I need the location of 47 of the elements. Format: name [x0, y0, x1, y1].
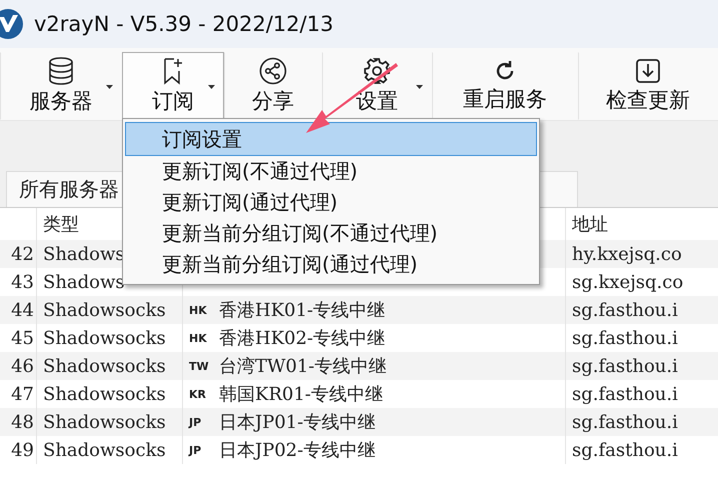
menu-item[interactable]: 更新订阅(不通过代理) [125, 156, 537, 187]
row-number: 47 [11, 384, 34, 404]
table-cell: sg.fasthou.i [572, 328, 678, 348]
table-cell-text: 香港HK01-专线中继 [219, 299, 386, 322]
table-cell: sg.fasthou.i [572, 440, 678, 460]
table-cell: Shadows [43, 244, 125, 264]
row-number: 43 [11, 272, 34, 292]
flag-code: TW [189, 360, 210, 372]
row-number: 49 [11, 440, 34, 460]
window-title: v2rayN - V5.39 - 2022/12/13 [34, 12, 334, 36]
table-cell-text: 韩国KR01-专线中继 [219, 383, 383, 406]
menu-item[interactable]: 订阅设置 [125, 122, 537, 156]
bookmark-plus-icon [162, 57, 184, 85]
flag-code: JP [189, 416, 202, 428]
table-cell-text: 日本JP02-专线中继 [219, 439, 376, 462]
table-cell: sg.fasthou.i [572, 356, 678, 376]
table-cell-text: 日本JP01-专线中继 [219, 411, 376, 434]
row-number: 44 [11, 300, 34, 320]
table-cell: Shadowsocks [43, 384, 166, 404]
table-cell: sg.fasthou.i [572, 384, 678, 404]
table-cell: sg.fasthou.i [572, 412, 678, 432]
flag-code: KR [189, 388, 207, 400]
table-cell: Shadowsocks [43, 412, 166, 432]
flag-code: HK [189, 332, 208, 344]
table-cell: Shadowsocks [43, 300, 166, 320]
table-cell: Shadowsocks [43, 356, 166, 376]
flag-code: JP [189, 444, 202, 456]
table-cell: Shadowsocks [43, 328, 166, 348]
database-icon [48, 57, 74, 85]
settings-icon [363, 57, 391, 85]
row-number: 46 [11, 356, 34, 376]
table-cell-text: 香港HK02-专线中继 [219, 327, 386, 350]
table-cell: sg.fasthou.i [572, 300, 678, 320]
toolbar-button[interactable]: 订阅 [122, 52, 224, 120]
table-cell: sg.kxejsq.co [572, 272, 684, 292]
download-icon [635, 58, 661, 84]
row-number: 48 [11, 412, 34, 432]
app-logo-icon [0, 8, 24, 40]
table-cell-text: 台湾TW01-专线中继 [219, 355, 386, 378]
table-cell: Shadowsocks [43, 440, 166, 460]
row-number: 42 [11, 244, 34, 264]
share-icon [259, 57, 287, 85]
flag-code: HK [189, 304, 208, 316]
menu-item[interactable]: 更新当前分组订阅(通过代理) [125, 249, 537, 280]
table-cell: Shadows [43, 272, 125, 292]
row-number: 45 [11, 328, 34, 348]
table-cell: hy.kxejsq.co [572, 244, 682, 264]
